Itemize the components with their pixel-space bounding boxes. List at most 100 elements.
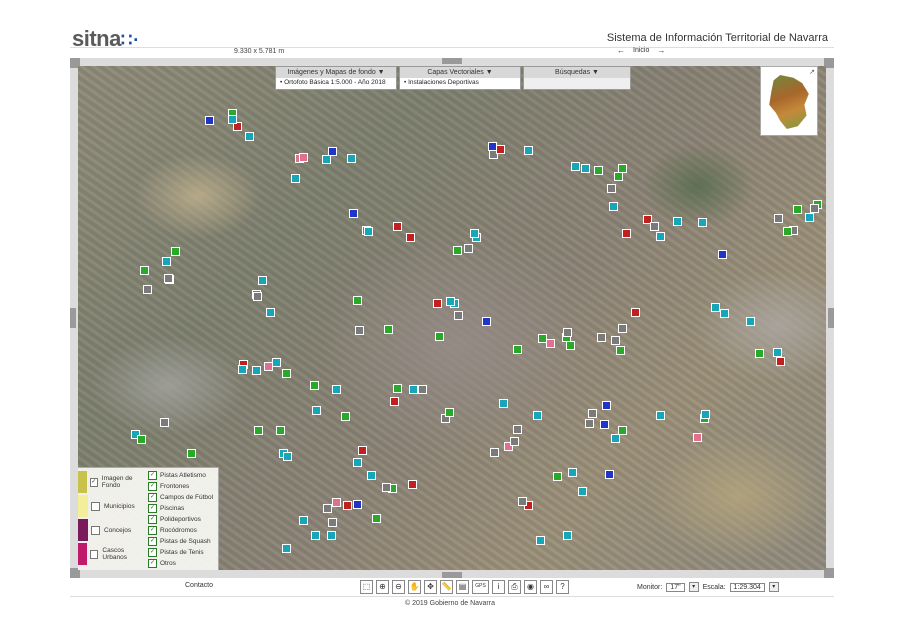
layer-checkbox[interactable]: ✓ (89, 477, 98, 487)
basemap-menu-item[interactable]: • Ortofoto Básica 1:5.000 - Año 2018 (276, 78, 396, 89)
sports-facility-marker[interactable] (263, 361, 273, 371)
sports-facility-marker[interactable] (383, 324, 393, 334)
sports-facility-marker[interactable] (584, 419, 594, 429)
sports-facility-marker[interactable] (453, 245, 463, 255)
layers-icon[interactable]: ▤ (456, 580, 469, 594)
sports-facility-marker[interactable] (282, 543, 292, 553)
sports-facility-marker[interactable] (562, 530, 572, 540)
sports-facility-marker[interactable] (252, 366, 262, 376)
sports-facility-marker[interactable] (597, 333, 607, 343)
sports-facility-marker[interactable] (616, 345, 625, 355)
layer-municipios[interactable]: Municipios (78, 494, 146, 518)
sports-facility-marker[interactable] (535, 535, 545, 545)
sports-facility-marker[interactable] (272, 358, 282, 368)
sports-facility-marker[interactable] (490, 447, 500, 457)
sports-facility-marker[interactable] (331, 498, 341, 508)
sublayer-item[interactable]: ✓ Pistas de Squash (148, 536, 218, 547)
sports-facility-marker[interactable] (406, 233, 416, 243)
sports-facility-marker[interactable] (311, 531, 321, 541)
sports-facility-marker[interactable] (618, 323, 628, 333)
pan-north-handle[interactable] (442, 58, 462, 64)
sports-facility-marker[interactable] (570, 162, 580, 172)
layer-checkbox[interactable] (91, 525, 100, 535)
sports-facility-marker[interactable] (693, 432, 703, 442)
sports-facility-marker[interactable] (566, 341, 576, 351)
sports-facility-marker[interactable] (783, 227, 793, 237)
help-icon[interactable]: ? (556, 580, 569, 594)
monitor-select[interactable]: 17" (666, 582, 685, 592)
sports-facility-marker[interactable] (358, 446, 368, 456)
link-icon[interactable]: ∞ (540, 580, 553, 594)
sports-facility-marker[interactable] (523, 145, 533, 155)
layer-checkbox[interactable] (90, 549, 99, 559)
sports-facility-marker[interactable] (793, 204, 803, 214)
forward-arrow-icon[interactable]: → (657, 46, 665, 55)
sports-facility-marker[interactable] (299, 515, 309, 525)
sports-facility-marker[interactable] (588, 409, 598, 419)
basemap-menu-title[interactable]: Imágenes y Mapas de fondo ▼ (276, 67, 396, 78)
sports-facility-marker[interactable] (237, 365, 247, 375)
layer-imagen-fondo[interactable]: ✓ Imagen de Fondo (78, 470, 146, 494)
sports-facility-marker[interactable] (349, 208, 359, 218)
sports-facility-marker[interactable] (366, 470, 376, 480)
sports-facility-marker[interactable] (499, 398, 509, 408)
sports-facility-marker[interactable] (775, 356, 785, 366)
sports-facility-marker[interactable] (364, 226, 374, 236)
pan-icon[interactable]: ✋ (408, 580, 421, 594)
sports-facility-marker[interactable] (204, 115, 214, 125)
search-menu-title[interactable]: Búsquedas ▼ (524, 67, 630, 78)
sublayer-checkbox[interactable]: ✓ (148, 559, 157, 568)
sports-facility-marker[interactable] (417, 385, 427, 395)
sports-facility-marker[interactable] (342, 501, 352, 511)
sports-facility-marker[interactable] (253, 292, 263, 302)
sports-facility-marker[interactable] (510, 436, 520, 446)
sports-facility-marker[interactable] (617, 425, 627, 435)
sublayer-checkbox[interactable]: ✓ (148, 526, 157, 535)
sports-facility-marker[interactable] (719, 308, 729, 318)
sports-facility-marker[interactable] (611, 336, 621, 346)
sublayer-item[interactable]: ✓ Pistas Atletismo (148, 470, 218, 481)
pan-west-handle[interactable] (70, 308, 76, 328)
map-canvas[interactable]: Imágenes y Mapas de fondo ▼ • Ortofoto B… (78, 66, 826, 570)
sports-facility-marker[interactable] (161, 257, 171, 267)
sublayer-checkbox[interactable]: ✓ (148, 493, 157, 502)
sports-facility-marker[interactable] (581, 164, 591, 173)
sports-facility-marker[interactable] (512, 344, 522, 354)
sports-facility-marker[interactable] (341, 412, 351, 421)
sports-facility-marker[interactable] (444, 408, 454, 418)
sports-facility-marker[interactable] (407, 479, 417, 489)
scale-dropdown-icon[interactable]: ▾ (768, 582, 779, 592)
sports-facility-marker[interactable] (265, 307, 275, 317)
sports-facility-marker[interactable] (355, 325, 365, 335)
sports-facility-marker[interactable] (137, 435, 147, 445)
vector-layers-menu-title[interactable]: Capas Vectoriales ▼ (400, 67, 520, 78)
sports-facility-marker[interactable] (299, 152, 309, 162)
sports-facility-marker[interactable] (392, 221, 402, 231)
sports-facility-marker[interactable] (533, 410, 543, 420)
sports-facility-marker[interactable] (454, 311, 464, 321)
sublayer-checkbox[interactable]: ✓ (148, 548, 157, 557)
sports-facility-marker[interactable] (353, 499, 363, 509)
sports-facility-marker[interactable] (389, 397, 399, 407)
sports-facility-marker[interactable] (283, 452, 293, 462)
vector-layers-menu-item[interactable]: • Instalaciones Deportivas (400, 78, 520, 89)
sports-facility-marker[interactable] (143, 284, 153, 294)
sublayer-item[interactable]: ✓ Piscinas (148, 503, 218, 514)
sublayer-item[interactable]: ✓ Campos de Fútbol (148, 492, 218, 503)
sports-facility-marker[interactable] (432, 298, 442, 308)
sports-facility-marker[interactable] (567, 468, 577, 478)
sports-facility-marker[interactable] (257, 276, 267, 286)
sports-facility-marker[interactable] (382, 482, 392, 492)
sports-facility-marker[interactable] (552, 471, 562, 481)
monitor-dropdown-icon[interactable]: ▾ (688, 582, 699, 592)
sports-facility-marker[interactable] (253, 426, 263, 435)
sports-facility-marker[interactable] (186, 448, 196, 458)
sports-facility-marker[interactable] (606, 184, 616, 194)
sports-facility-marker[interactable] (649, 222, 659, 232)
sports-facility-marker[interactable] (546, 339, 556, 349)
layer-cascos-urbanos[interactable]: Cascos Urbanos (78, 542, 146, 566)
sublayer-checkbox[interactable]: ✓ (148, 471, 157, 480)
sports-facility-marker[interactable] (613, 172, 623, 182)
sports-facility-marker[interactable] (408, 385, 418, 395)
layer-concejos[interactable]: Concejos (78, 518, 146, 542)
